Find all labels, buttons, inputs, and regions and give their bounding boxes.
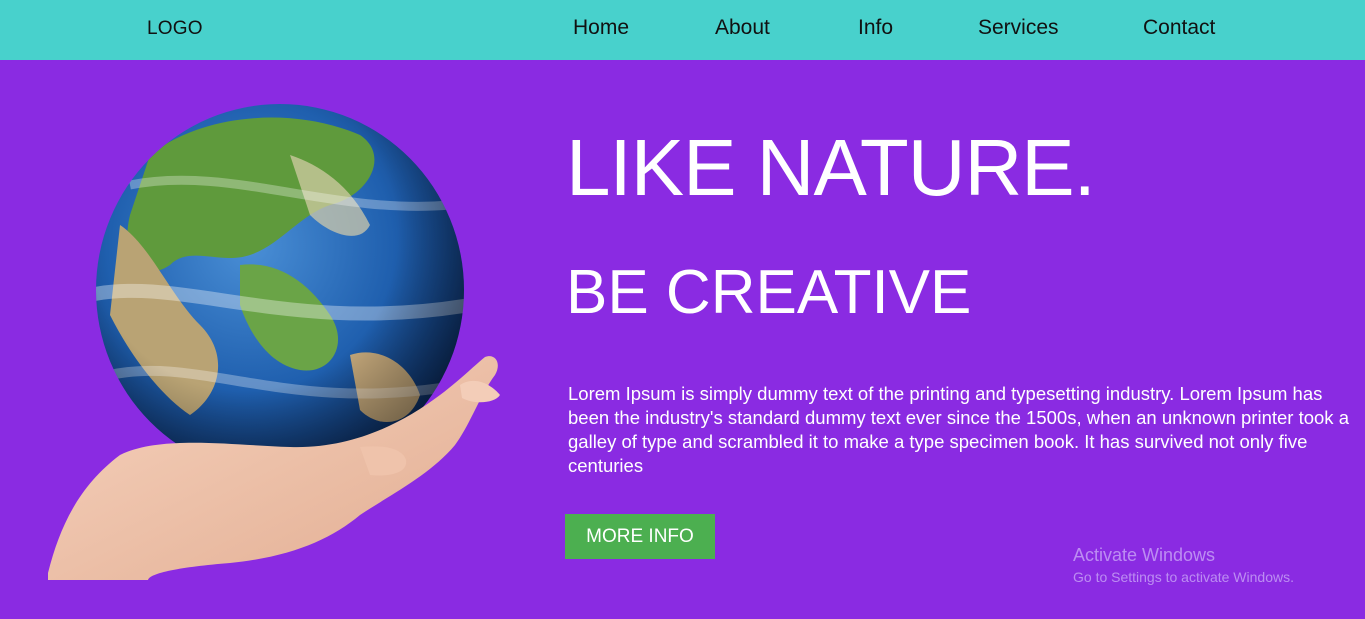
- hero-image: [30, 95, 520, 580]
- navbar: LOGO Home About Info Services Contact: [0, 0, 1365, 60]
- earth-in-hand-illustration: [48, 104, 500, 580]
- more-info-button[interactable]: MORE INFO: [565, 514, 715, 559]
- watermark-subtitle: Go to Settings to activate Windows.: [1073, 569, 1294, 585]
- hero-description: Lorem Ipsum is simply dummy text of the …: [568, 383, 1349, 476]
- nav-link-about[interactable]: About: [715, 16, 770, 40]
- nav-link-contact[interactable]: Contact: [1143, 16, 1215, 40]
- nav-link-home[interactable]: Home: [573, 16, 629, 40]
- watermark-title: Activate Windows: [1073, 545, 1216, 565]
- activate-windows-watermark: Activate Windows Go to Settings to activ…: [1073, 545, 1294, 585]
- hero-subheadline: BE CREATIVE: [566, 258, 972, 327]
- logo[interactable]: LOGO: [147, 18, 203, 40]
- nav-link-info[interactable]: Info: [858, 16, 893, 40]
- hero-headline: LIKE NATURE.: [566, 123, 1096, 212]
- nav-link-services[interactable]: Services: [978, 16, 1059, 40]
